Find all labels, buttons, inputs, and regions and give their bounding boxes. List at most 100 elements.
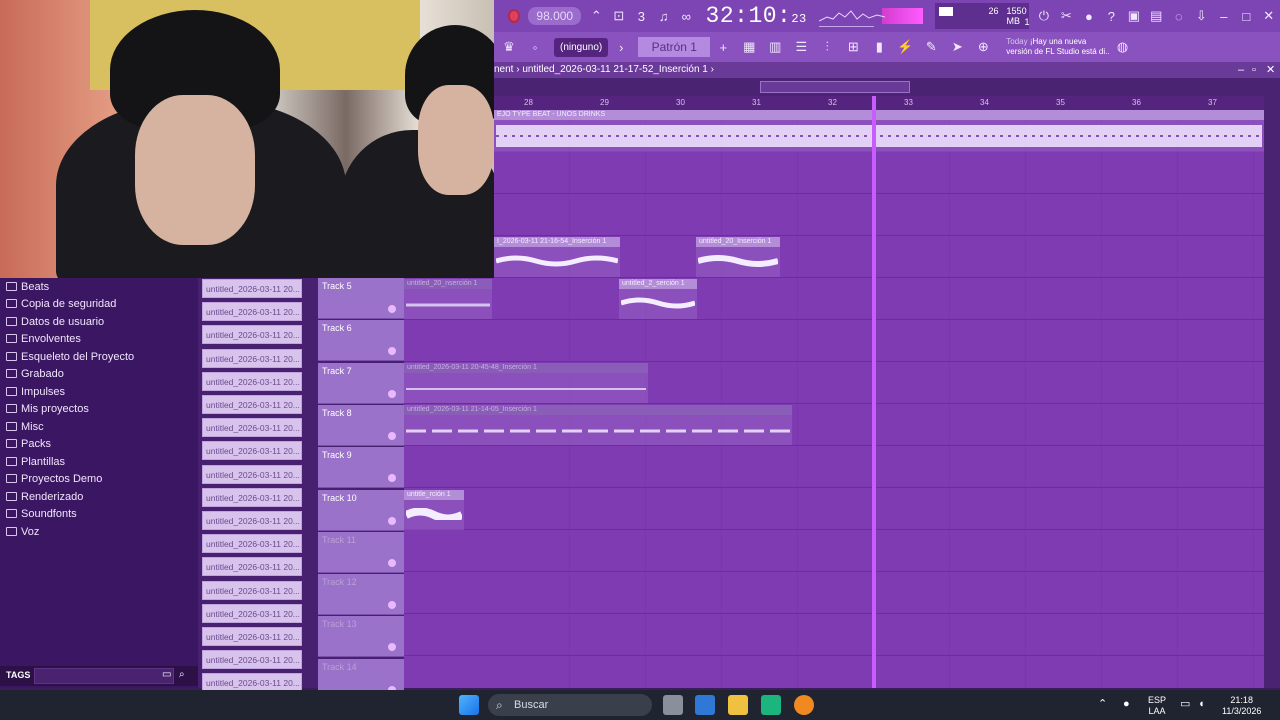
pattern-selector[interactable]: Patrón 1	[638, 37, 711, 57]
browser-item[interactable]: Voz	[6, 523, 39, 540]
playlist-minimize-icon[interactable]: –	[1238, 62, 1244, 78]
track-header[interactable]: Track 14	[318, 658, 404, 690]
pattern-clip-item[interactable]: untitled_2026-03-11 20...	[202, 464, 302, 484]
record-button[interactable]	[508, 9, 521, 23]
browser-item[interactable]: Grabado	[6, 365, 64, 382]
pattern-clip-item[interactable]: untitled_2026-03-11 20...	[202, 650, 302, 670]
track-header[interactable]: Track 13	[318, 616, 404, 658]
app-icon[interactable]	[761, 695, 781, 715]
close-icon[interactable]: ✕	[1260, 5, 1278, 27]
track-header[interactable]: Track 8	[318, 404, 404, 446]
touch-icon[interactable]: ➤	[946, 36, 968, 58]
audio-clip[interactable]: untitled_20_Inserción 1	[696, 237, 780, 277]
pattern-clip-item[interactable]: untitled_2026-03-11 20...	[202, 673, 302, 690]
track-mute-indicator[interactable]	[388, 558, 396, 567]
pattern-clip-item[interactable]: untitled_2026-03-11 20...	[202, 302, 302, 322]
cut-icon[interactable]: ✂	[1057, 5, 1075, 27]
wait-input-icon[interactable]: ⊡	[610, 5, 628, 27]
pattern-clip-item[interactable]: untitled_2026-03-11 20...	[202, 348, 302, 368]
track-mute-indicator[interactable]	[388, 474, 396, 483]
store-icon[interactable]	[695, 695, 715, 715]
network-icon[interactable]: ▭	[1180, 699, 1190, 710]
track-header[interactable]: Track 5	[318, 278, 404, 319]
playlist-icon[interactable]: ▦	[738, 36, 760, 58]
browser-item[interactable]: Envolventes	[6, 330, 81, 347]
pattern-clip-item[interactable]: untitled_2026-03-11 20...	[202, 487, 302, 507]
maximize-icon[interactable]: □	[1237, 5, 1255, 27]
browser-item[interactable]: Beats	[6, 278, 49, 295]
browser-item[interactable]: Datos de usuario	[6, 313, 104, 330]
track-mute-indicator[interactable]	[388, 431, 396, 440]
tags-search-input[interactable]	[34, 668, 174, 684]
audio-clip[interactable]: untitled_2_serción 1	[619, 279, 697, 319]
countdown-icon[interactable]: 3	[632, 5, 650, 27]
taskbar-search[interactable]: ⌕ Buscar	[488, 694, 652, 716]
song-position-clock[interactable]: 32:10:23	[706, 3, 807, 29]
browser-item[interactable]: Misc	[6, 418, 44, 435]
pattern-prev-icon[interactable]: ›	[610, 36, 632, 58]
track-header[interactable]: Track 9	[318, 447, 404, 489]
task-view-icon[interactable]	[663, 695, 683, 715]
playlist-close-icon[interactable]: ✕	[1266, 62, 1275, 78]
track-header[interactable]: Track 11	[318, 531, 404, 573]
scroll-thumb[interactable]	[760, 81, 910, 93]
track-mute-indicator[interactable]	[388, 601, 396, 610]
news-panel[interactable]: Today ¡Hay una nueva versión de FL Studi…	[1006, 37, 1109, 57]
pattern-clip-item[interactable]: untitled_2026-03-11 20...	[202, 418, 302, 438]
download-icon[interactable]: ⇩	[1192, 5, 1210, 27]
tray-chevron-icon[interactable]: ⌃	[1098, 699, 1107, 710]
audio-clip[interactable]: I_2026-03-11 21-16-54_Inserción 1	[494, 237, 620, 277]
loop-record-icon[interactable]: ∞	[677, 5, 695, 27]
plugin-icon[interactable]: ⚡	[894, 36, 916, 58]
audio-clip[interactable]: untitled_2026-03-11 20-45-48_Inserción 1	[404, 363, 648, 403]
fl-studio-icon[interactable]	[794, 695, 814, 715]
track-header[interactable]: Track 6	[318, 320, 404, 362]
track-header[interactable]: Track 7	[318, 362, 404, 404]
browser-item[interactable]: Impulses	[6, 383, 65, 400]
browser-item[interactable]: Esqueleto del Proyecto	[6, 348, 134, 365]
pattern-clip-item[interactable]: untitled_2026-03-11 20...	[202, 441, 302, 461]
playlist-grid-left[interactable]	[404, 278, 494, 688]
save-as-icon[interactable]: ▤	[1147, 5, 1165, 27]
browser-item[interactable]: Mis proyectos	[6, 400, 89, 417]
playlist-breadcrumb[interactable]: nent › untitled_2026-03-11 21-17-52_Inse…	[494, 64, 714, 75]
snap-dropdown[interactable]: (ninguno)	[554, 37, 609, 57]
metronome-icon[interactable]: ⌃	[587, 5, 605, 27]
track-header[interactable]: Track 12	[318, 574, 404, 616]
step-edit-icon[interactable]: ♫	[655, 5, 673, 27]
audio-clip-beat[interactable]: EJO TYPE BEAT - UNOS DRINKS	[494, 110, 1264, 152]
power-icon[interactable]: ⏻	[1035, 5, 1053, 27]
pattern-clip-item[interactable]: untitled_2026-03-11 20...	[202, 395, 302, 414]
shop-icon[interactable]: ⊕	[972, 36, 994, 58]
mixer-icon[interactable]: ⫶	[816, 36, 838, 58]
language-indicator[interactable]: ESP LAA	[1148, 695, 1166, 717]
audio-clip[interactable]: untitle_rción 1	[404, 490, 464, 530]
track-mute-indicator[interactable]	[388, 389, 396, 398]
browser-item[interactable]: Proyectos Demo	[6, 470, 102, 487]
hint-icon[interactable]: ♛	[498, 36, 520, 58]
tempo-display[interactable]: 98.000	[528, 7, 582, 25]
playlist-maximize-icon[interactable]: ▫	[1252, 62, 1256, 78]
timeline-ruler[interactable]: 28 29 30 31 32 33 34 35 36 37	[494, 96, 1264, 110]
chat-icon[interactable]: ◌	[1170, 5, 1188, 27]
browser-icon[interactable]: ⊞	[842, 36, 864, 58]
file-explorer-icon[interactable]	[728, 695, 748, 715]
track-mute-indicator[interactable]	[388, 347, 396, 356]
pattern-clip-item[interactable]: untitled_2026-03-11 20...	[202, 580, 302, 600]
pattern-clip-item[interactable]: untitled_2026-03-11 20...	[202, 627, 302, 646]
track-mute-indicator[interactable]	[388, 305, 396, 313]
save-icon[interactable]: ▣	[1125, 5, 1143, 27]
channel-rack-icon[interactable]: ☰	[790, 36, 812, 58]
start-icon[interactable]	[459, 695, 479, 715]
track-mute-indicator[interactable]	[388, 516, 396, 525]
search-icon[interactable]: ⌕	[179, 669, 185, 680]
clock[interactable]: 21:18 11/3/2026	[1222, 695, 1261, 717]
folder-icon[interactable]: ▭	[162, 669, 171, 680]
audio-clip[interactable]: untitled_20_nserción 1	[404, 279, 492, 319]
browser-item[interactable]: Soundfonts	[6, 505, 77, 522]
audio-clip[interactable]: untitled_2026-03-11 21-14-05_Inserción 1	[404, 405, 792, 445]
pattern-add-icon[interactable]: +	[712, 36, 734, 58]
playlist-vertical-scrollbar[interactable]	[1264, 96, 1280, 688]
snap-icon[interactable]: ◦	[524, 36, 546, 58]
pattern-clip-item[interactable]: untitled_2026-03-11 20...	[202, 534, 302, 554]
